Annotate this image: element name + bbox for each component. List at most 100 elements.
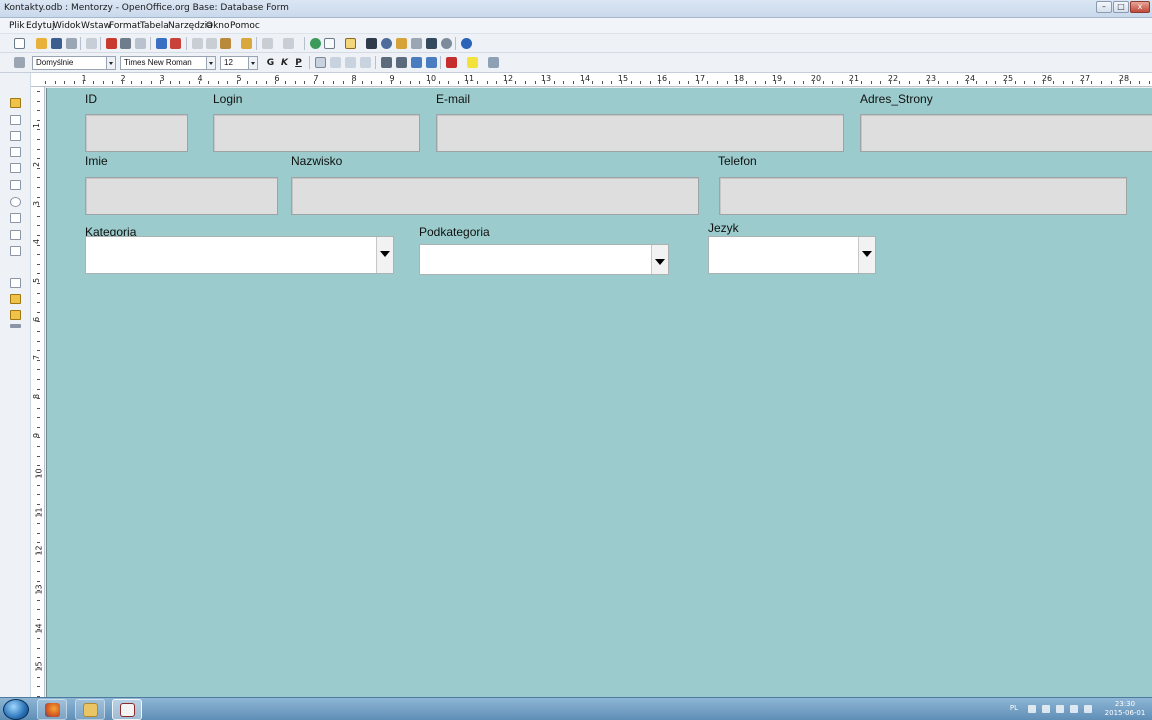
clock[interactable]: 23:30 2015-06-01 [1103, 700, 1147, 718]
last-name-field[interactable] [291, 177, 699, 215]
font-name-select[interactable]: Times New Roman [120, 56, 216, 70]
taskbar-app-openoffice[interactable] [112, 699, 142, 720]
new-document-icon[interactable] [14, 38, 25, 49]
ruler-tick [37, 245, 40, 246]
design-mode-toggle-icon[interactable] [10, 98, 21, 108]
find-replace-icon[interactable] [366, 38, 377, 49]
chevron-down-icon[interactable] [206, 57, 215, 69]
export-pdf-icon[interactable] [106, 38, 117, 49]
gallery-icon[interactable] [396, 38, 407, 49]
network-icon[interactable] [1070, 705, 1078, 713]
login-field[interactable] [213, 114, 420, 152]
menu-table[interactable]: Tabela [140, 21, 169, 31]
table-icon[interactable] [324, 38, 335, 49]
taskbar-app-explorer[interactable] [75, 699, 105, 720]
select-pointer-icon[interactable] [10, 82, 21, 92]
close-button[interactable]: x [1130, 1, 1150, 13]
first-name-field[interactable] [85, 177, 278, 215]
website-field[interactable] [860, 114, 1152, 152]
menu-insert[interactable]: Wstaw [81, 21, 111, 31]
justify-icon[interactable] [360, 57, 371, 68]
language-listbox[interactable] [708, 236, 876, 274]
text-box-control-icon[interactable] [10, 163, 21, 173]
minimize-button[interactable]: – [1096, 1, 1112, 13]
combo-box-icon[interactable] [10, 246, 21, 256]
menu-help[interactable]: Pomoc [230, 21, 260, 31]
form-design-icon[interactable] [10, 294, 21, 304]
menu-file[interactable]: Plik [9, 21, 25, 31]
increase-indent-icon[interactable] [426, 57, 437, 68]
language-indicator[interactable]: PL [1010, 704, 1018, 712]
category-listbox[interactable] [85, 236, 394, 274]
formatting-marks-icon[interactable] [426, 38, 437, 49]
wizards-icon[interactable] [10, 310, 21, 320]
decrease-indent-icon[interactable] [411, 57, 422, 68]
chevron-down-icon[interactable] [248, 57, 257, 69]
paragraph-style-select[interactable]: Domyślnie [32, 56, 116, 70]
label-field-icon[interactable] [10, 263, 21, 273]
subcategory-listbox[interactable] [419, 244, 669, 275]
bold-button[interactable]: G [264, 56, 277, 70]
italic-button[interactable]: K [278, 56, 291, 70]
align-right-icon[interactable] [345, 57, 356, 68]
more-controls-icon[interactable] [10, 278, 21, 288]
control-properties-icon[interactable] [10, 115, 21, 125]
menu-format[interactable]: Format [109, 21, 141, 31]
option-button-icon[interactable] [10, 197, 21, 207]
chevron-down-icon[interactable] [651, 245, 668, 274]
hyperlink-icon[interactable] [310, 38, 321, 49]
undo-icon[interactable] [262, 38, 273, 49]
tray-app-icon[interactable] [1056, 705, 1064, 713]
id-field[interactable] [85, 114, 188, 152]
redo-icon[interactable] [283, 38, 294, 49]
design-mode-icon[interactable] [345, 38, 356, 49]
chevron-down-icon[interactable] [858, 237, 875, 273]
menu-window[interactable]: Okno [206, 21, 230, 31]
navigator-icon[interactable] [381, 38, 392, 49]
format-paintbrush-icon[interactable] [241, 38, 252, 49]
open-folder-icon[interactable] [36, 38, 47, 49]
help-icon[interactable] [461, 38, 472, 49]
edit-file-icon[interactable] [86, 38, 97, 49]
zoom-icon[interactable] [441, 38, 452, 49]
push-button-icon[interactable] [10, 213, 21, 223]
menu-view[interactable]: Widok [53, 21, 81, 31]
background-color-icon[interactable] [488, 57, 499, 68]
list-box-icon[interactable] [10, 230, 21, 240]
chevron-down-icon[interactable] [106, 57, 115, 69]
chevron-down-icon[interactable] [376, 237, 393, 273]
toolbar-overflow-icon[interactable] [10, 324, 21, 328]
bullets-icon[interactable] [396, 57, 407, 68]
copy-icon[interactable] [206, 38, 217, 49]
email-document-icon[interactable] [66, 38, 77, 49]
taskbar-app-firefox[interactable] [37, 699, 67, 720]
form-properties-icon[interactable] [10, 131, 21, 141]
align-center-icon[interactable] [330, 57, 341, 68]
font-color-icon[interactable] [446, 57, 457, 68]
checkbox-control-icon[interactable] [10, 147, 21, 157]
menu-edit[interactable]: Edytuj [26, 21, 54, 31]
spellcheck-icon[interactable] [156, 38, 167, 49]
cut-icon[interactable] [192, 38, 203, 49]
start-button[interactable] [3, 699, 29, 720]
maximize-button[interactable]: □ [1113, 1, 1129, 13]
paste-icon[interactable] [220, 38, 231, 49]
save-icon[interactable] [51, 38, 62, 49]
show-hidden-icons-icon[interactable] [1042, 705, 1050, 713]
align-left-icon[interactable] [315, 57, 326, 68]
data-sources-icon[interactable] [411, 38, 422, 49]
action-center-icon[interactable] [1028, 705, 1036, 713]
page-preview-icon[interactable] [135, 38, 146, 49]
email-field[interactable] [436, 114, 844, 152]
ruler-tick [458, 81, 459, 84]
underline-button[interactable]: P [292, 56, 305, 70]
font-size-select[interactable]: 12 [220, 56, 258, 70]
highlighting-icon[interactable] [467, 57, 478, 68]
styles-formatting-icon[interactable] [14, 57, 25, 68]
numbering-icon[interactable] [381, 57, 392, 68]
phone-field[interactable] [719, 177, 1127, 215]
print-icon[interactable] [120, 38, 131, 49]
formatted-field-icon[interactable] [10, 180, 21, 190]
volume-icon[interactable] [1084, 705, 1092, 713]
autospellcheck-icon[interactable] [170, 38, 181, 49]
